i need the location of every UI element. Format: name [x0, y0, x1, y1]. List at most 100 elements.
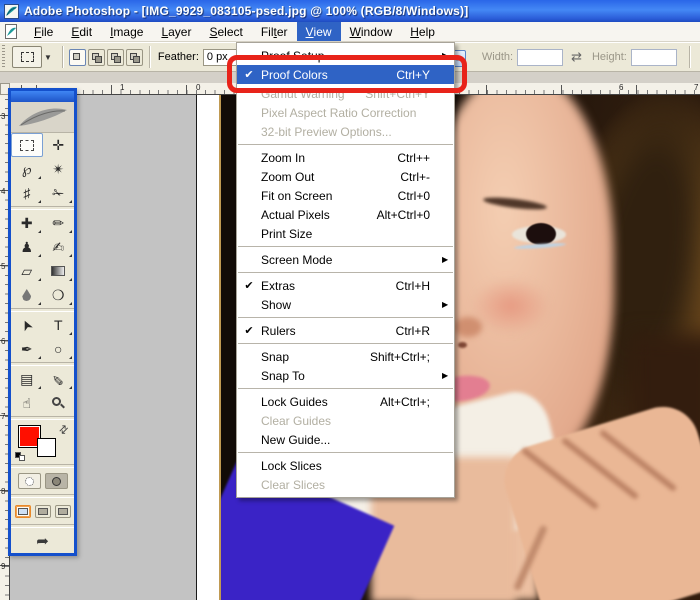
menu-image[interactable]: Image	[101, 22, 152, 41]
rectangular-marquee-tool[interactable]	[11, 133, 43, 157]
brush-tool[interactable]: ✏	[43, 211, 75, 235]
checkmark-icon: ✔	[237, 279, 261, 292]
ruler-number: 5	[1, 262, 5, 271]
menu-shortcut: Shift+Ctrl+;	[370, 350, 442, 364]
fullscreen-button[interactable]	[55, 505, 71, 518]
eraser-tool[interactable]: ▱	[11, 259, 43, 283]
menu-window[interactable]: Window	[341, 22, 402, 41]
menu-help[interactable]: Help	[401, 22, 444, 41]
add-to-selection-button[interactable]	[88, 49, 105, 66]
crop-tool[interactable]: ♯	[11, 181, 43, 205]
eyedropper-tool[interactable]: ✎	[43, 367, 75, 391]
swap-dimensions-icon[interactable]: ⇄	[571, 49, 582, 65]
options-grip-handle[interactable]	[2, 45, 5, 69]
fullscreen-with-menubar-button[interactable]	[35, 505, 51, 518]
standard-screen-mode-button[interactable]	[15, 505, 31, 518]
menu-item-new-guide[interactable]: New Guide...	[237, 430, 454, 449]
menu-item-label: 32-bit Preview Options...	[261, 125, 430, 139]
notes-tool[interactable]: ▤	[11, 367, 43, 391]
magic-wand-tool[interactable]: ✴	[43, 157, 75, 181]
menu-bar: FileEditImageLayerSelectFilterViewWindow…	[0, 22, 700, 42]
menu-view[interactable]: View	[297, 22, 341, 41]
menu-item-label: Proof Setup	[261, 49, 430, 63]
menu-item-label: New Guide...	[261, 433, 430, 447]
subtract-from-selection-button[interactable]	[107, 49, 124, 66]
standard-mode-button[interactable]	[18, 473, 41, 489]
swap-colors-icon[interactable]: ⇄	[56, 422, 72, 438]
menu-item-proof-setup[interactable]: Proof Setup▶	[237, 46, 454, 65]
separator	[689, 46, 690, 68]
menu-shortcut: Ctrl+H	[396, 279, 442, 293]
mask-mode-row	[11, 469, 74, 493]
pen-tool[interactable]: ✒	[11, 337, 43, 361]
blur-tool[interactable]	[11, 283, 43, 307]
selection-mode-buttons	[69, 49, 143, 66]
healing-brush-tool[interactable]: ✚	[11, 211, 43, 235]
lasso-tool[interactable]: ℘	[11, 157, 43, 181]
dodge-tool[interactable]: ❍	[43, 283, 75, 307]
width-input[interactable]	[517, 49, 563, 66]
menu-item-show[interactable]: Show ▶	[237, 295, 454, 314]
view-menu-dropdown: Proof Setup▶✔Proof ColorsCtrl+YGamut War…	[236, 42, 455, 498]
submenu-arrow-icon: ▶	[442, 371, 450, 380]
ruler-number: 0	[196, 83, 200, 92]
menu-item-lock-guides[interactable]: Lock GuidesAlt+Ctrl+;	[237, 392, 454, 411]
ruler-number: 6	[1, 337, 5, 346]
menu-item-print-size[interactable]: Print Size	[237, 224, 454, 243]
color-swatches: ⇄	[11, 421, 74, 463]
menu-item-proof-colors[interactable]: ✔Proof ColorsCtrl+Y	[237, 65, 454, 84]
slice-tool[interactable]: ✁	[43, 181, 75, 205]
move-tool[interactable]: ✛	[43, 133, 75, 157]
clone-stamp-tool[interactable]: ♟	[11, 235, 43, 259]
quick-mask-mode-button[interactable]	[45, 473, 68, 489]
menu-item-actual-pixels[interactable]: Actual PixelsAlt+Ctrl+0	[237, 205, 454, 224]
menu-item-snap-to[interactable]: Snap To▶	[237, 366, 454, 385]
toolbox-feather-logo	[11, 102, 74, 133]
menu-shortcut: Ctrl++	[397, 151, 442, 165]
submenu-arrow-icon: ▶	[442, 300, 450, 309]
height-input[interactable]	[631, 49, 677, 66]
menu-file[interactable]: File	[25, 22, 62, 41]
tool-preset-button[interactable]	[12, 46, 42, 68]
menu-item-label: Snap	[261, 350, 370, 364]
zoom-tool[interactable]	[43, 391, 75, 415]
photo-eye-iris	[526, 223, 556, 245]
background-color-swatch[interactable]	[37, 438, 56, 457]
separator	[62, 46, 63, 68]
menu-item-label: Lock Guides	[261, 395, 380, 409]
chevron-down-icon[interactable]: ▼	[44, 53, 52, 62]
type-tool[interactable]: T	[43, 313, 75, 337]
ruler-number: 6	[619, 83, 623, 92]
gradient-tool[interactable]	[43, 259, 75, 283]
menu-item-rulers[interactable]: ✔RulersCtrl+R	[237, 321, 454, 340]
toolbox-title-bar[interactable]	[11, 91, 74, 102]
hand-tool[interactable]: ☝	[11, 391, 43, 415]
menu-item-extras[interactable]: ✔ExtrasCtrl+H	[237, 276, 454, 295]
menu-item-zoom-in[interactable]: Zoom InCtrl++	[237, 148, 454, 167]
menu-separator	[238, 144, 453, 145]
menu-item-clear-slices: Clear Slices	[237, 475, 454, 494]
menu-item-lock-slices[interactable]: Lock Slices	[237, 456, 454, 475]
menu-edit[interactable]: Edit	[62, 22, 101, 41]
menu-shortcut: Ctrl+0	[398, 189, 442, 203]
menu-shortcut: Ctrl+R	[396, 324, 442, 338]
menu-separator	[238, 246, 453, 247]
new-selection-button[interactable]	[69, 49, 86, 66]
menu-select[interactable]: Select	[200, 22, 251, 41]
menu-item-screen-mode[interactable]: Screen Mode▶	[237, 250, 454, 269]
default-colors-icon[interactable]	[15, 452, 26, 461]
menu-filter[interactable]: Filter	[252, 22, 297, 41]
menu-item-zoom-out[interactable]: Zoom OutCtrl+-	[237, 167, 454, 186]
jump-to-imageready-button[interactable]: ➦	[36, 532, 49, 550]
history-brush-tool[interactable]: ✍	[43, 235, 75, 259]
menu-item-snap[interactable]: SnapShift+Ctrl+;	[237, 347, 454, 366]
menu-item-fit-on-screen[interactable]: Fit on ScreenCtrl+0	[237, 186, 454, 205]
menu-item-label: Show	[261, 298, 430, 312]
intersect-selection-button[interactable]	[126, 49, 143, 66]
feather-input[interactable]	[203, 49, 240, 66]
menu-layer[interactable]: Layer	[152, 22, 200, 41]
shape-tool[interactable]: ○	[43, 337, 75, 361]
path-selection-tool[interactable]: ➤	[11, 313, 43, 337]
height-label: Height:	[592, 51, 627, 63]
menu-separator	[238, 272, 453, 273]
